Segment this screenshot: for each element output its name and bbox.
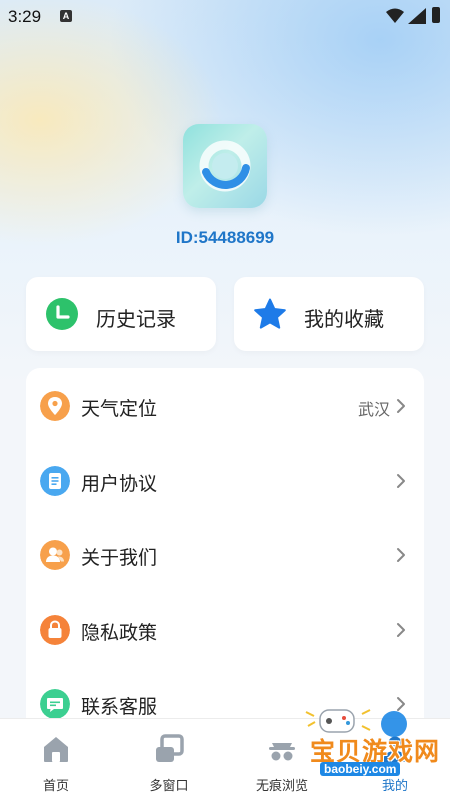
people-icon	[40, 540, 70, 570]
location-pin-icon	[40, 391, 70, 421]
menu-item-about-us[interactable]: 关于我们	[26, 525, 424, 585]
battery-icon	[432, 7, 440, 23]
chevron-right-icon	[397, 623, 405, 637]
chevron-right-icon	[397, 548, 405, 562]
menu-label: 天气定位	[81, 399, 158, 420]
star-icon	[254, 298, 286, 329]
history-label: 历史记录	[96, 309, 176, 331]
menu-label: 联系客服	[81, 697, 158, 718]
tab-label: 多窗口	[149, 778, 189, 793]
menu-label: 隐私政策	[81, 623, 158, 644]
history-card[interactable]: 历史记录	[26, 277, 216, 351]
favorites-card[interactable]: 我的收藏	[234, 277, 424, 351]
signal-icon	[408, 8, 426, 24]
favorites-label: 我的收藏	[304, 309, 384, 331]
menu-label: 关于我们	[81, 548, 158, 569]
ring-icon	[199, 140, 251, 192]
menu-item-user-agreement[interactable]: 用户协议	[26, 451, 424, 511]
user-id: ID:54488699	[175, 228, 275, 247]
app-logo[interactable]	[183, 124, 267, 208]
chat-icon	[40, 689, 70, 719]
watermark-url: baobeiy.com	[320, 762, 401, 776]
menu-item-weather-location[interactable]: 天气定位 武汉	[26, 376, 424, 436]
lock-icon	[40, 615, 70, 645]
tab-multi-window[interactable]: 多窗口	[124, 719, 214, 801]
tab-home[interactable]: 首页	[11, 719, 101, 801]
chevron-right-icon	[397, 474, 405, 488]
windows-icon	[156, 734, 184, 762]
document-icon	[40, 466, 70, 496]
wifi-icon	[386, 8, 404, 23]
chevron-right-icon	[397, 399, 405, 413]
settings-menu: 天气定位 武汉 用户协议 关于我们 隐私政策 联系客服	[26, 368, 424, 728]
clock-icon	[46, 298, 78, 330]
home-icon	[44, 737, 68, 762]
status-bar: 3:29 A	[0, 0, 450, 34]
incognito-icon	[269, 743, 295, 761]
status-time: 3:29	[8, 7, 42, 26]
watermark: 宝贝游戏网 baobeiy.com	[298, 702, 448, 784]
tab-label: 首页	[42, 778, 69, 793]
notification-badge-icon: A	[60, 10, 72, 22]
menu-item-privacy-policy[interactable]: 隐私政策	[26, 600, 424, 660]
menu-value-city: 武汉	[357, 402, 390, 419]
menu-label: 用户协议	[81, 474, 158, 495]
